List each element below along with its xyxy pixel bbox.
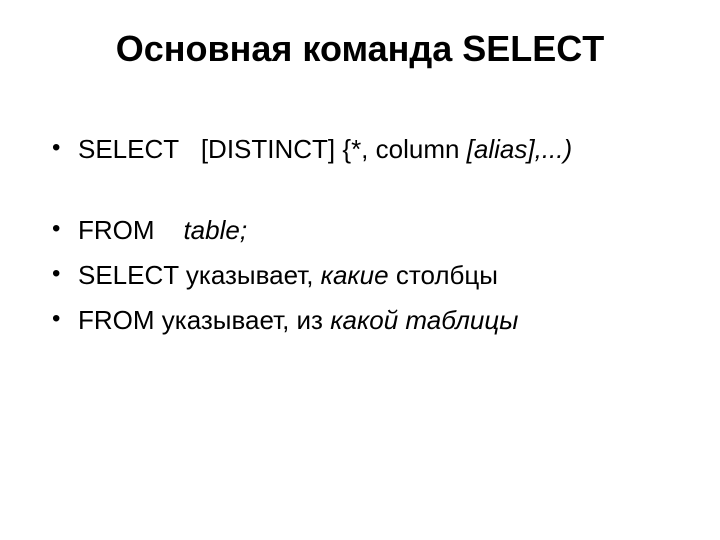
bullet-item-select-syntax: SELECT [DISTINCT] {*, column [alias],...… xyxy=(50,130,680,169)
from-table: table; xyxy=(183,215,247,245)
from-desc-pre: FROM указывает, из xyxy=(78,305,330,335)
select-keyword: SELECT xyxy=(78,130,201,169)
bullet-item-from-syntax: FROM table; xyxy=(50,211,680,250)
bullet-item-from-desc: FROM указывает, из какой таблицы xyxy=(50,301,680,340)
bullet-list: SELECT [DISTINCT] {*, column [alias],...… xyxy=(40,130,680,340)
spacer xyxy=(50,175,680,211)
select-desc-italic: какие xyxy=(321,260,389,290)
select-syntax-alias: [alias],...) xyxy=(467,134,572,164)
select-syntax-plain: [DISTINCT] {*, column xyxy=(201,134,467,164)
from-keyword: FROM xyxy=(78,211,183,250)
select-desc-pre: SELECT указывает, xyxy=(78,260,321,290)
select-desc-post: столбцы xyxy=(389,260,498,290)
slide-title: Основная команда SELECT xyxy=(40,28,680,70)
bullet-item-select-desc: SELECT указывает, какие столбцы xyxy=(50,256,680,295)
from-desc-italic: какой таблицы xyxy=(330,305,518,335)
